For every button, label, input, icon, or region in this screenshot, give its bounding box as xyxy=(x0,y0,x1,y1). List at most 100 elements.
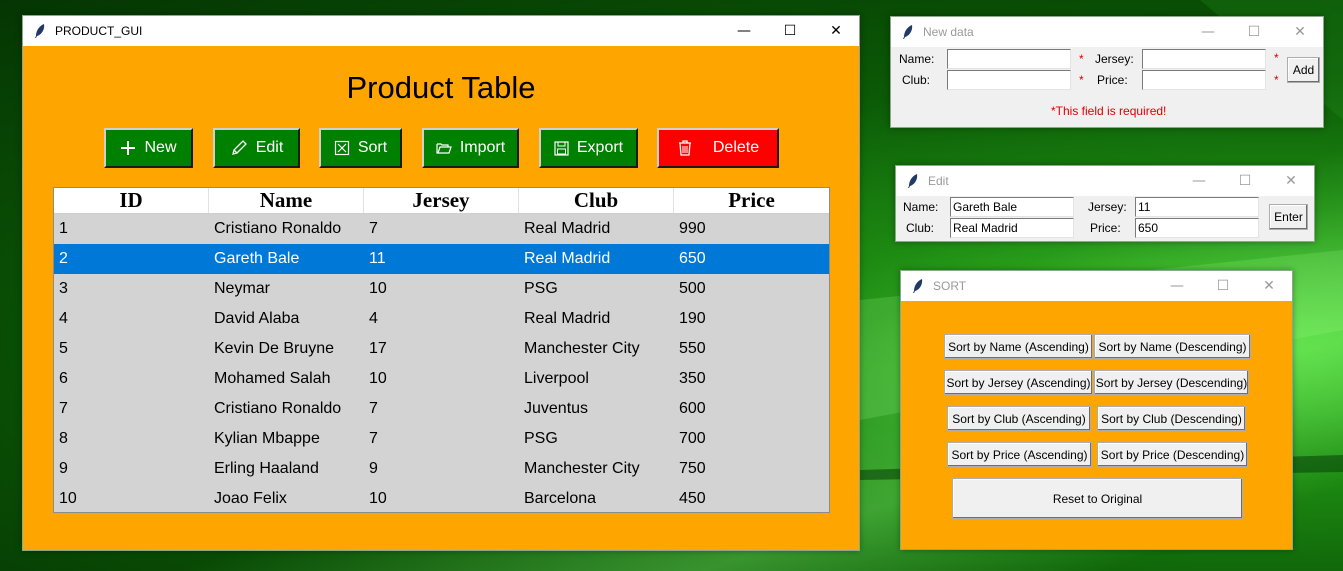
cell-price: 190 xyxy=(679,310,706,327)
import-button[interactable]: Import xyxy=(422,128,519,168)
sort-window: SORT — ☐ ✕ Sort by Name (Ascending) Sort… xyxy=(900,270,1293,550)
export-button[interactable]: Export xyxy=(539,128,638,168)
table-row[interactable]: 9 Erling Haaland 9 Manchester City 750 xyxy=(54,454,829,484)
cell-club: Manchester City xyxy=(524,460,640,477)
cell-id: 8 xyxy=(59,430,68,447)
delete-button[interactable]: Delete xyxy=(657,128,779,168)
main-titlebar[interactable]: PRODUCT_GUI — ☐ ✕ xyxy=(23,16,859,46)
column-header-id[interactable]: ID xyxy=(54,188,209,213)
cell-id: 7 xyxy=(59,400,68,417)
close-icon[interactable]: ✕ xyxy=(1277,17,1323,47)
cell-name: Erling Haaland xyxy=(214,460,319,477)
sort-button-label: Sort xyxy=(357,139,388,156)
cell-jersey: 10 xyxy=(369,370,387,387)
edit-titlebar[interactable]: Edit — ☐ ✕ xyxy=(896,166,1314,196)
name-field[interactable]: Gareth Bale xyxy=(950,197,1074,217)
trash-icon xyxy=(677,139,693,157)
column-header-jersey[interactable]: Jersey xyxy=(364,188,519,213)
cell-price: 700 xyxy=(679,430,706,447)
sort-jersey-desc-button[interactable]: Sort by Jersey (Descending) xyxy=(1094,370,1249,395)
table-row[interactable]: 1 Cristiano Ronaldo 7 Real Madrid 990 xyxy=(54,214,829,244)
price-field[interactable] xyxy=(1142,70,1266,90)
maximize-icon[interactable]: ☐ xyxy=(1200,271,1246,301)
delete-button-label: Delete xyxy=(712,139,760,156)
cell-id: 9 xyxy=(59,460,68,477)
enter-button[interactable]: Enter xyxy=(1269,204,1308,230)
export-button-label: Export xyxy=(576,139,624,156)
sort-club-desc-button[interactable]: Sort by Club (Descending) xyxy=(1097,406,1246,431)
column-header-club[interactable]: Club xyxy=(519,188,674,213)
price-label: Price: xyxy=(1097,73,1128,87)
cell-club: Real Madrid xyxy=(524,310,611,327)
cell-jersey: 10 xyxy=(369,280,387,297)
sort-button[interactable]: Sort xyxy=(319,128,402,168)
jersey-field[interactable]: 11 xyxy=(1135,197,1259,217)
table-header: ID Name Jersey Club Price xyxy=(54,188,829,214)
product-table[interactable]: ID Name Jersey Club Price 1 Cristiano Ro… xyxy=(53,187,830,513)
cell-jersey: 9 xyxy=(369,460,378,477)
cell-name: Cristiano Ronaldo xyxy=(214,220,342,237)
maximize-icon[interactable]: ☐ xyxy=(767,16,813,46)
table-row[interactable]: 8 Kylian Mbappe 7 PSG 700 xyxy=(54,424,829,454)
table-row[interactable]: 4 David Alaba 4 Real Madrid 190 xyxy=(54,304,829,334)
cell-id: 10 xyxy=(59,490,77,507)
new-data-window: New data — ☐ ✕ Name: * Jersey: * Club: *… xyxy=(890,16,1324,128)
table-row[interactable]: 7 Cristiano Ronaldo 7 Juventus 600 xyxy=(54,394,829,424)
cell-name: Mohamed Salah xyxy=(214,370,331,387)
cell-id: 2 xyxy=(59,250,68,267)
minimize-icon[interactable]: — xyxy=(1154,271,1200,301)
table-row[interactable]: 5 Kevin De Bruyne 17 Manchester City 550 xyxy=(54,334,829,364)
sort-price-desc-button[interactable]: Sort by Price (Descending) xyxy=(1097,442,1248,467)
table-row[interactable]: 6 Mohamed Salah 10 Liverpool 350 xyxy=(54,364,829,394)
sort-name-asc-button[interactable]: Sort by Name (Ascending) xyxy=(944,334,1093,359)
cell-club: PSG xyxy=(524,280,558,297)
minimize-icon[interactable]: — xyxy=(1185,17,1231,47)
new-button[interactable]: New xyxy=(104,128,193,168)
close-icon[interactable]: ✕ xyxy=(1246,271,1292,301)
table-row[interactable]: 3 Neymar 10 PSG 500 xyxy=(54,274,829,304)
maximize-icon[interactable]: ☐ xyxy=(1231,17,1277,47)
cell-id: 1 xyxy=(59,220,68,237)
feather-icon xyxy=(908,174,918,188)
cell-name: David Alaba xyxy=(214,310,300,327)
table-row[interactable]: 10 Joao Felix 10 Barcelona 450 xyxy=(54,484,829,514)
plus-icon xyxy=(120,140,136,156)
cell-club: Liverpool xyxy=(524,370,589,387)
sort-name-desc-button[interactable]: Sort by Name (Descending) xyxy=(1094,334,1251,359)
sort-price-asc-button[interactable]: Sort by Price (Ascending) xyxy=(947,442,1092,467)
feather-icon xyxy=(903,25,913,39)
new-data-titlebar[interactable]: New data — ☐ ✕ xyxy=(891,17,1323,47)
pencil-icon xyxy=(230,139,248,157)
close-icon[interactable]: ✕ xyxy=(813,16,859,46)
sort-titlebar[interactable]: SORT — ☐ ✕ xyxy=(901,271,1292,301)
required-mark: * xyxy=(1079,52,1084,66)
reset-to-original-button[interactable]: Reset to Original xyxy=(952,478,1243,519)
club-label: Club: xyxy=(906,221,935,235)
cell-id: 3 xyxy=(59,280,68,297)
jersey-label: Jersey: xyxy=(1088,200,1127,214)
sort-jersey-asc-button[interactable]: Sort by Jersey (Ascending) xyxy=(944,370,1093,395)
minimize-icon[interactable]: — xyxy=(1176,166,1222,196)
required-mark: * xyxy=(1079,73,1084,87)
column-header-price[interactable]: Price xyxy=(674,188,829,213)
cell-price: 450 xyxy=(679,490,706,507)
close-icon[interactable]: ✕ xyxy=(1268,166,1314,196)
cell-jersey: 11 xyxy=(369,250,386,267)
cell-name: Joao Felix xyxy=(214,490,287,507)
feather-icon xyxy=(913,279,923,293)
cell-id: 5 xyxy=(59,340,68,357)
name-field[interactable] xyxy=(947,49,1071,69)
table-row-selected[interactable]: 2 Gareth Bale 11 Real Madrid 650 xyxy=(54,244,829,274)
column-header-name[interactable]: Name xyxy=(209,188,364,213)
feather-icon xyxy=(35,24,45,38)
minimize-icon[interactable]: — xyxy=(721,16,767,46)
add-button[interactable]: Add xyxy=(1287,57,1320,83)
price-field[interactable]: 650 xyxy=(1135,218,1259,238)
club-field[interactable]: Real Madrid xyxy=(950,218,1074,238)
club-field[interactable] xyxy=(947,70,1071,90)
cell-price: 600 xyxy=(679,400,706,417)
maximize-icon[interactable]: ☐ xyxy=(1222,166,1268,196)
edit-button[interactable]: Edit xyxy=(213,128,300,168)
sort-club-asc-button[interactable]: Sort by Club (Ascending) xyxy=(947,406,1091,431)
jersey-field[interactable] xyxy=(1142,49,1266,69)
